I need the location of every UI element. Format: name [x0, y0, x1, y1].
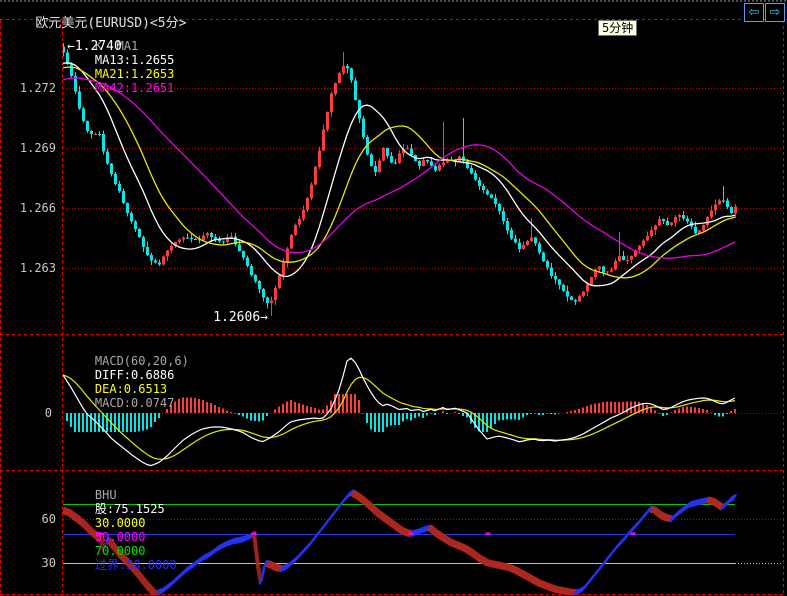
bhu-param2-label: 50.0000 — [95, 530, 146, 544]
macd-legend: MACD(60,20,6) DIFF:0.6886 DEA:0.6513 MAC… — [66, 340, 198, 424]
bhu-param3-label: 70.0000 — [95, 544, 146, 558]
ma21-value-label: MA21:1.2653 — [95, 67, 174, 81]
ma13-value-label: MA13:1.2655 — [95, 53, 174, 67]
price-axis-label: 1.269 — [8, 141, 56, 155]
bhu-param1-label: 30.0000 — [95, 516, 146, 530]
bhu-name-label: BHU — [95, 488, 117, 502]
price-axis-label: 1.272 — [8, 81, 56, 95]
diff-value-label: DIFF:0.6886 — [95, 368, 174, 382]
right-arrow-icon: ⇨ — [770, 5, 781, 20]
high-annotation: ←1.2740 — [67, 40, 122, 54]
bhu-value-label: 股:75.1525 — [95, 502, 165, 516]
bhu-legend: BHU 股:75.1525 30.0000 50.0000 70.0000 过界… — [66, 474, 186, 586]
bhu-cross-label: 过界:50.0000 — [95, 558, 177, 572]
macd-name-label: MACD(60,20,6) — [95, 354, 189, 368]
next-button[interactable]: ⇨ — [765, 3, 785, 22]
bhu-axis-label: 60 — [8, 512, 56, 526]
app-window: 欧元美元(EURUSD)<5分> ⇦ ⇨ 5分钟 K MA1 MA13:1.26… — [0, 0, 787, 596]
price-axis-label: 1.263 — [8, 261, 56, 275]
dea-value-label: DEA:0.6513 — [95, 382, 167, 396]
main-legend: K MA1 MA13:1.2655 MA21:1.2653 MA42:1.265… — [66, 25, 183, 109]
prev-button[interactable]: ⇦ — [744, 3, 764, 22]
ma42-value-label: MA42:1.2651 — [95, 81, 174, 95]
macd-value-label: MACD:0.0747 — [95, 396, 174, 410]
left-arrow-icon: ⇦ — [749, 5, 760, 20]
macd-axis-label: 0 — [8, 406, 52, 420]
interval-tooltip: 5分钟 — [598, 20, 637, 36]
low-annotation: 1.2606→ — [206, 311, 268, 325]
price-axis-label: 1.266 — [8, 201, 56, 215]
bhu-axis-label: 30 — [8, 556, 56, 570]
